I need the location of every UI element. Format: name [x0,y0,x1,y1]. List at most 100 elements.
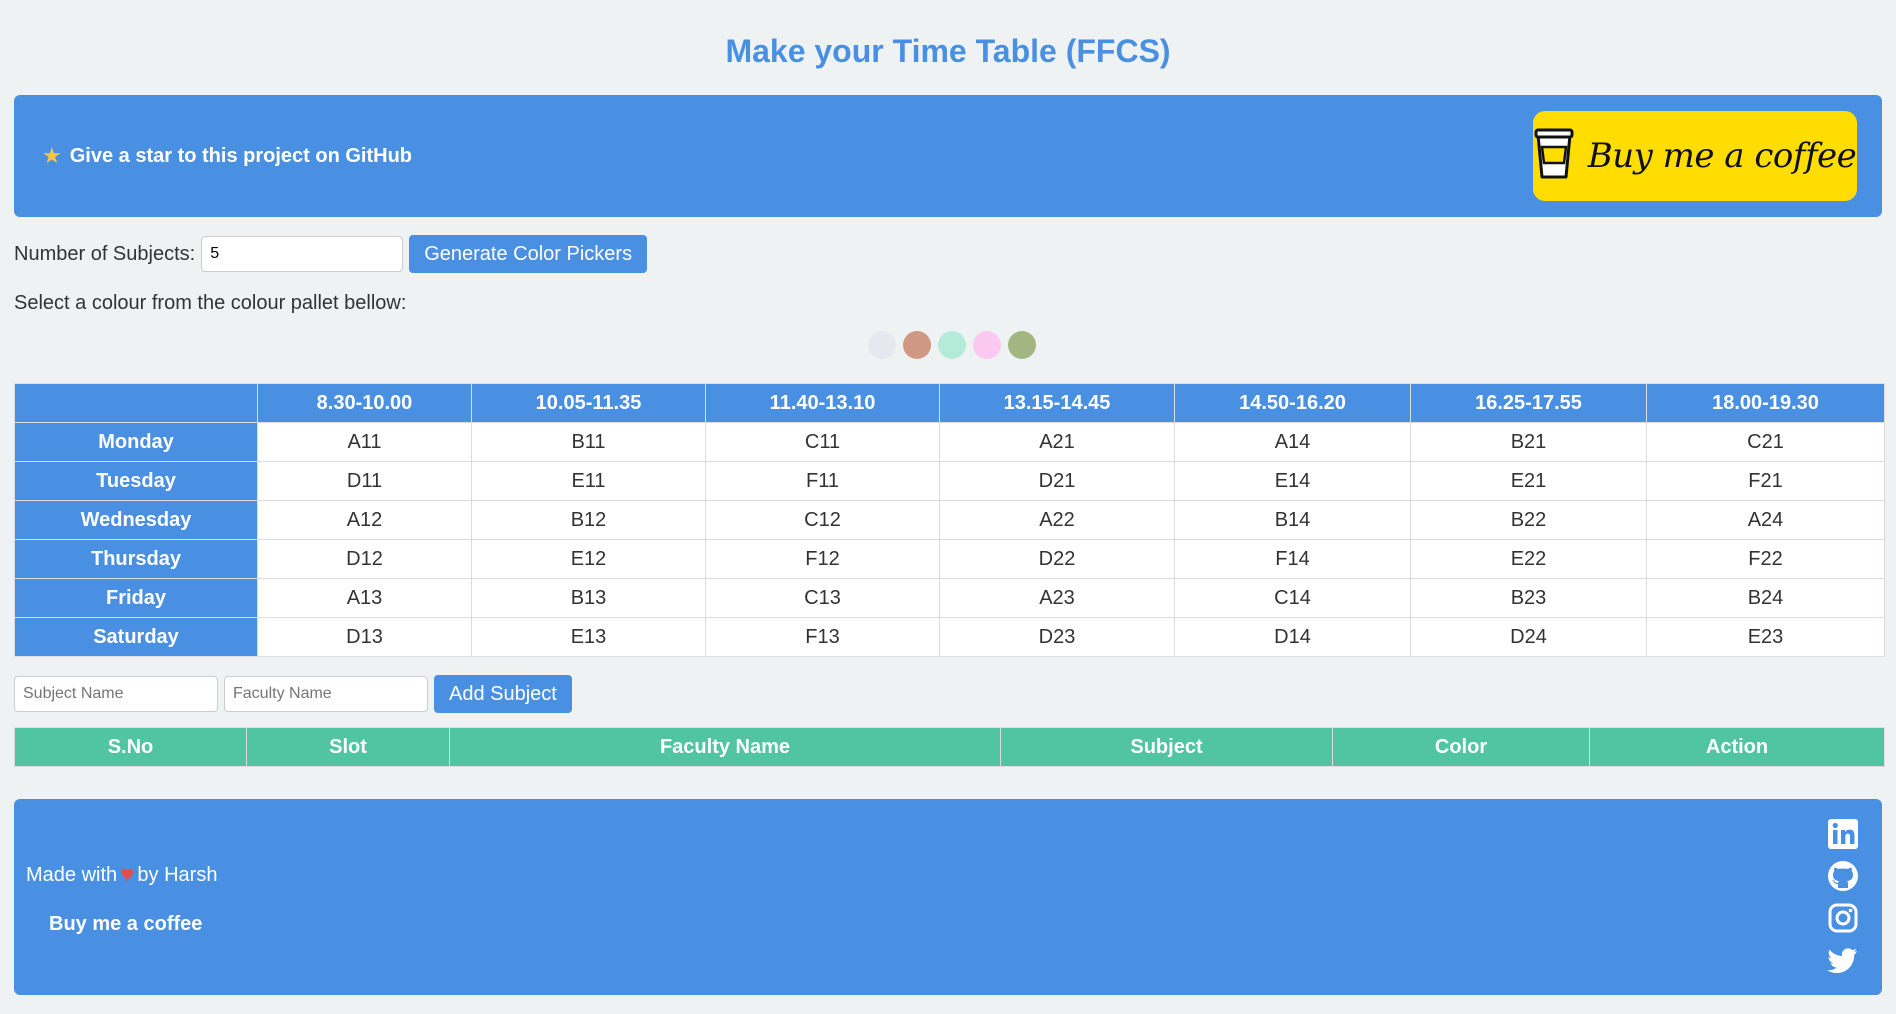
color-palette [14,331,1882,361]
column-header: Color [1332,727,1590,767]
slot-cell[interactable]: C13 [705,578,940,618]
timetable-row: Saturday D13 E13 F13 D23 D14 D24 E23 [14,617,1885,657]
slot-cell[interactable]: E13 [471,617,706,657]
slot-cell[interactable]: E12 [471,539,706,579]
slot-cell[interactable]: A11 [257,422,472,462]
buy-me-a-coffee-button[interactable]: Buy me a coffee [1533,111,1857,201]
footer-coffee-link[interactable]: Buy me a coffee [49,913,202,936]
github-star-link[interactable]: ★ Give a star to this project on GitHub [42,143,412,169]
slot-cell[interactable]: F11 [705,461,940,501]
author-label: by Harsh [137,863,218,886]
slot-cell[interactable]: E21 [1410,461,1647,501]
time-header: 18.00-19.30 [1646,383,1885,423]
add-subject-form: Add Subject [14,675,1882,713]
slot-cell[interactable]: D11 [257,461,472,501]
day-label: Wednesday [14,500,258,540]
column-header: Faculty Name [449,727,1001,767]
slot-cell[interactable]: F22 [1646,539,1885,579]
slot-cell[interactable]: A22 [939,500,1175,540]
subject-count-controls: Number of Subjects: Generate Color Picke… [14,235,1882,273]
color-swatch[interactable] [868,331,896,359]
slot-cell[interactable]: A14 [1174,422,1411,462]
timetable: 8.30-10.00 10.05-11.35 11.40-13.10 13.15… [14,383,1885,657]
color-swatch[interactable] [938,331,966,359]
day-label: Tuesday [14,461,258,501]
slot-cell[interactable]: C12 [705,500,940,540]
color-swatch[interactable] [973,331,1001,359]
social-links [1826,817,1860,977]
slot-cell[interactable]: E23 [1646,617,1885,657]
slot-cell[interactable]: B23 [1410,578,1647,618]
subjects-count-input[interactable] [201,236,404,272]
slot-cell[interactable]: B21 [1410,422,1647,462]
palette-hint: Select a colour from the colour pallet b… [14,292,407,314]
slot-cell[interactable]: E14 [1174,461,1411,501]
slot-cell[interactable]: A12 [257,500,472,540]
subject-name-input[interactable] [14,676,218,712]
generate-color-pickers-button[interactable]: Generate Color Pickers [409,235,648,273]
slot-cell[interactable]: D12 [257,539,472,579]
footer: Made with ♥ by Harsh Buy me a coffee [14,799,1882,995]
slot-cell[interactable]: B12 [471,500,706,540]
buy-me-a-coffee-label: Buy me a coffee [1587,136,1857,176]
time-header: 11.40-13.10 [705,383,940,423]
timetable-row: Monday A11 B11 C11 A21 A14 B21 C21 [14,422,1885,462]
header-banner: ★ Give a star to this project on GitHub … [14,95,1882,217]
slot-cell[interactable]: D24 [1410,617,1647,657]
timetable-row: Thursday D12 E12 F12 D22 F14 E22 F22 [14,539,1885,579]
slot-cell[interactable]: D23 [939,617,1175,657]
day-label: Monday [14,422,258,462]
github-icon[interactable] [1826,859,1860,893]
slot-cell[interactable]: B14 [1174,500,1411,540]
slot-cell[interactable]: D21 [939,461,1175,501]
github-star-label: Give a star to this project on GitHub [69,144,412,167]
slot-cell[interactable]: B24 [1646,578,1885,618]
slot-cell[interactable]: D14 [1174,617,1411,657]
column-header: Action [1589,727,1885,767]
slot-cell[interactable]: B22 [1410,500,1647,540]
time-header: 13.15-14.45 [939,383,1175,423]
instagram-icon[interactable] [1826,901,1860,935]
made-with-text: Made with ♥ by Harsh [26,861,217,889]
day-label: Saturday [14,617,258,657]
subjects-header-row: S.No Slot Faculty Name Subject Color Act… [14,727,1885,767]
time-header: 8.30-10.00 [257,383,472,423]
coffee-cup-icon [1534,127,1574,186]
slot-cell[interactable]: D13 [257,617,472,657]
twitter-icon[interactable] [1826,943,1860,977]
add-subject-button[interactable]: Add Subject [434,675,572,713]
slot-cell[interactable]: E11 [471,461,706,501]
color-swatch[interactable] [1008,331,1036,359]
subjects-table: S.No Slot Faculty Name Subject Color Act… [14,727,1885,767]
slot-cell[interactable]: A23 [939,578,1175,618]
timetable-header-row: 8.30-10.00 10.05-11.35 11.40-13.10 13.15… [14,383,1885,423]
slot-cell[interactable]: F14 [1174,539,1411,579]
time-header: 10.05-11.35 [471,383,706,423]
slot-cell[interactable]: F12 [705,539,940,579]
slot-cell[interactable]: A24 [1646,500,1885,540]
slot-cell[interactable]: C21 [1646,422,1885,462]
linkedin-icon[interactable] [1826,817,1860,851]
slot-cell[interactable]: E22 [1410,539,1647,579]
faculty-name-input[interactable] [224,676,428,712]
page-title: Make your Time Table (FFCS) [725,33,1171,69]
slot-cell[interactable]: B13 [471,578,706,618]
column-header: Slot [246,727,450,767]
timetable-row: Friday A13 B13 C13 A23 C14 B23 B24 [14,578,1885,618]
timetable-row: Wednesday A12 B12 C12 A22 B14 B22 A24 [14,500,1885,540]
color-swatch[interactable] [903,331,931,359]
slot-cell[interactable]: C14 [1174,578,1411,618]
slot-cell[interactable]: D22 [939,539,1175,579]
slot-cell[interactable]: B11 [471,422,706,462]
slot-cell[interactable]: F13 [705,617,940,657]
timetable-corner-cell [14,383,258,423]
heart-icon: ♥ [120,861,135,888]
slot-cell[interactable]: A13 [257,578,472,618]
column-header: Subject [1000,727,1333,767]
day-label: Thursday [14,539,258,579]
slot-cell[interactable]: C11 [705,422,940,462]
slot-cell[interactable]: A21 [939,422,1175,462]
made-with-label: Made with [26,863,118,886]
time-header: 14.50-16.20 [1174,383,1411,423]
slot-cell[interactable]: F21 [1646,461,1885,501]
